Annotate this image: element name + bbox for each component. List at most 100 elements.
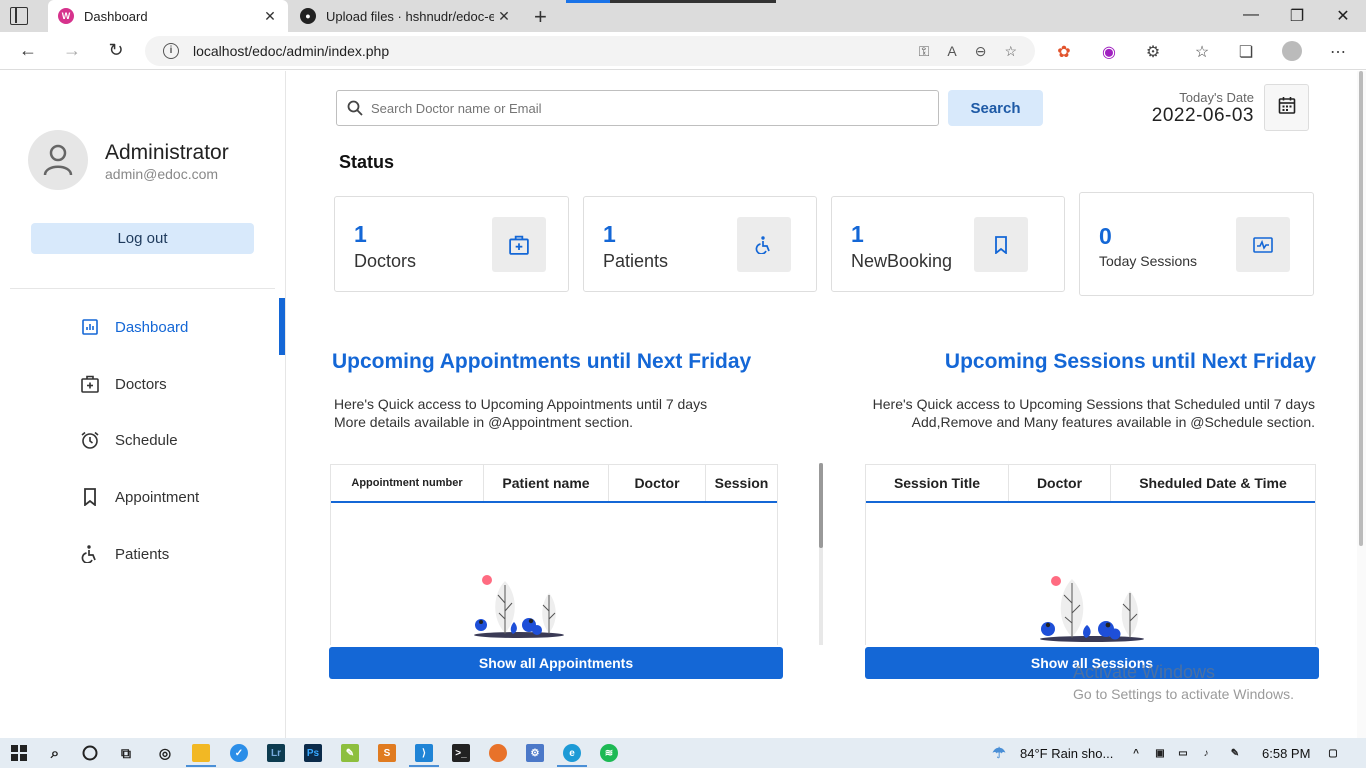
search-input[interactable] — [371, 100, 938, 116]
tab-actions-icon[interactable] — [10, 7, 28, 25]
vscode-icon[interactable]: ⟩ — [415, 744, 433, 762]
chevron-up-icon[interactable]: ^ — [1127, 744, 1145, 762]
favorites-icon[interactable]: ☆ — [1190, 42, 1214, 62]
network-icon[interactable]: ▭ — [1174, 744, 1192, 762]
user-avatar-icon — [28, 130, 88, 190]
sidebar-item-schedule[interactable]: Schedule — [80, 425, 178, 455]
weather-text[interactable]: 84°F Rain sho... — [1020, 746, 1113, 761]
card-count: 1 — [603, 221, 616, 247]
appointments-scrollbar[interactable] — [819, 463, 823, 645]
search-button[interactable]: Search — [948, 90, 1043, 126]
sublime-icon[interactable]: S — [378, 744, 396, 762]
terminal-icon[interactable]: >_ — [452, 744, 470, 762]
page-scrollbar[interactable] — [1357, 71, 1366, 738]
app-blue-icon[interactable]: ✓ — [230, 744, 248, 762]
search-box[interactable] — [336, 90, 939, 126]
admin-name: Administrator — [105, 141, 229, 164]
notification-icon[interactable]: ▢ — [1324, 744, 1342, 762]
column-header: Session Title — [866, 465, 1009, 501]
active-app-indicator — [409, 765, 439, 767]
search-icon[interactable]: ⌕ — [46, 744, 64, 762]
appointments-desc-line2: More details available in @Appointment s… — [334, 414, 634, 430]
browser-tab-github[interactable]: ● Upload files · hshnudr/edoc-echa ✕ — [290, 0, 522, 32]
new-tab-icon[interactable]: + — [534, 4, 547, 30]
lightroom-icon[interactable]: Lr — [267, 744, 285, 762]
minimize-icon[interactable]: — — [1228, 6, 1274, 24]
admin-email: admin@edoc.com — [105, 166, 219, 182]
calendar-button[interactable] — [1264, 84, 1309, 131]
doctor-kit-icon — [80, 374, 100, 394]
sessions-description: Here's Quick access to Upcoming Sessions… — [873, 395, 1315, 431]
status-heading: Status — [339, 152, 395, 172]
favorite-add-icon[interactable]: ☆ — [1004, 43, 1017, 60]
active-indicator — [279, 298, 285, 355]
device-icon[interactable]: ▣ — [1151, 744, 1169, 762]
sidebar-item-appointment[interactable]: Appointment — [80, 482, 199, 512]
extension-colorful-icon[interactable]: ✿ — [1052, 42, 1076, 62]
windows-start-icon[interactable] — [10, 744, 28, 762]
sessions-desc-line1: Here's Quick access to Upcoming Sessions… — [872, 396, 1315, 412]
extensions-icon[interactable]: ⚙ — [1141, 42, 1165, 62]
extension-broadcast-icon[interactable]: ◉ — [1097, 42, 1121, 62]
volume-icon[interactable]: ♪ — [1197, 744, 1215, 762]
more-menu-icon[interactable]: ⋯ — [1326, 42, 1350, 62]
card-label: NewBooking — [851, 251, 953, 271]
column-header: Doctor — [1009, 465, 1111, 501]
empty-state-illustration — [1036, 573, 1148, 645]
cortana-icon[interactable] — [81, 744, 99, 762]
file-explorer-icon[interactable] — [192, 744, 210, 762]
task-view-icon[interactable]: ⧉ — [117, 744, 135, 762]
pen-icon[interactable]: ✎ — [1226, 744, 1244, 762]
calendar-icon — [1278, 96, 1296, 119]
status-card-patients: 1 Patients — [583, 196, 817, 292]
tab-close-icon[interactable]: ✕ — [260, 8, 280, 25]
clock-time[interactable]: 6:58 PM — [1262, 746, 1310, 761]
sidebar-item-dashboard[interactable]: Dashboard — [80, 312, 188, 342]
back-icon[interactable]: ← — [16, 40, 40, 61]
github-favicon-icon: ● — [300, 8, 316, 24]
column-header: Doctor — [609, 465, 706, 501]
photoshop-icon[interactable]: Ps — [304, 744, 322, 762]
app-dev-icon[interactable]: ⚙ — [526, 744, 544, 762]
browser-tab-dashboard[interactable]: W Dashboard ✕ — [48, 0, 288, 32]
url-field[interactable]: i localhost/edoc/admin/index.php ⚿ A ⊖ ☆ — [145, 36, 1035, 66]
tab-title: Upload files · hshnudr/edoc-echa — [326, 8, 494, 24]
column-header: Appointment number — [331, 465, 484, 501]
address-bar: ← → ↻ i localhost/edoc/admin/index.php ⚿… — [0, 32, 1366, 70]
logout-button[interactable]: Log out — [31, 223, 254, 254]
zoom-icon[interactable]: ⊖ — [975, 43, 987, 60]
appointments-description: Here's Quick access to Upcoming Appointm… — [334, 395, 707, 431]
tab-close-icon[interactable]: ✕ — [494, 8, 514, 25]
sidebar-item-patients[interactable]: Patients — [80, 539, 169, 569]
app-circle-icon[interactable]: ◎ — [156, 744, 174, 762]
notepad-icon[interactable]: ✎ — [341, 744, 359, 762]
active-app-indicator — [557, 765, 587, 767]
forward-icon[interactable]: → — [60, 40, 84, 61]
sidebar-item-label: Schedule — [115, 431, 178, 449]
close-window-icon[interactable]: ✕ — [1320, 6, 1366, 26]
read-aloud-icon[interactable]: A — [947, 43, 956, 59]
firefox-icon[interactable] — [489, 744, 507, 762]
url-text: localhost/edoc/admin/index.php — [193, 43, 390, 59]
doctor-kit-icon — [492, 217, 546, 272]
browser-tab-bar: W Dashboard ✕ ● Upload files · hshnudr/e… — [0, 0, 1366, 32]
card-count: 1 — [354, 221, 367, 247]
search-icon — [347, 100, 363, 116]
refresh-icon[interactable]: ↻ — [104, 40, 128, 61]
appointments-heading: Upcoming Appointments until Next Friday — [332, 350, 752, 373]
edge-icon[interactable]: e — [563, 744, 581, 762]
activate-windows-hint: Go to Settings to activate Windows. — [1073, 686, 1294, 702]
card-label: Today Sessions — [1099, 253, 1198, 269]
profile-avatar-icon[interactable] — [1282, 41, 1302, 61]
table-header-row: Session Title Doctor Sheduled Date & Tim… — [866, 465, 1315, 503]
sidebar-item-doctors[interactable]: Doctors — [80, 369, 167, 399]
key-icon[interactable]: ⚿ — [919, 43, 930, 60]
card-label: Doctors — [354, 251, 417, 271]
collections-icon[interactable]: ❏ — [1234, 42, 1258, 62]
site-info-icon[interactable]: i — [163, 43, 179, 59]
spotify-icon[interactable]: ≋ — [600, 744, 618, 762]
session-icon — [1236, 217, 1290, 272]
maximize-icon[interactable]: ❐ — [1274, 6, 1320, 26]
show-all-appointments-button[interactable]: Show all Appointments — [329, 647, 783, 679]
weather-icon[interactable]: ☂ — [990, 744, 1008, 762]
